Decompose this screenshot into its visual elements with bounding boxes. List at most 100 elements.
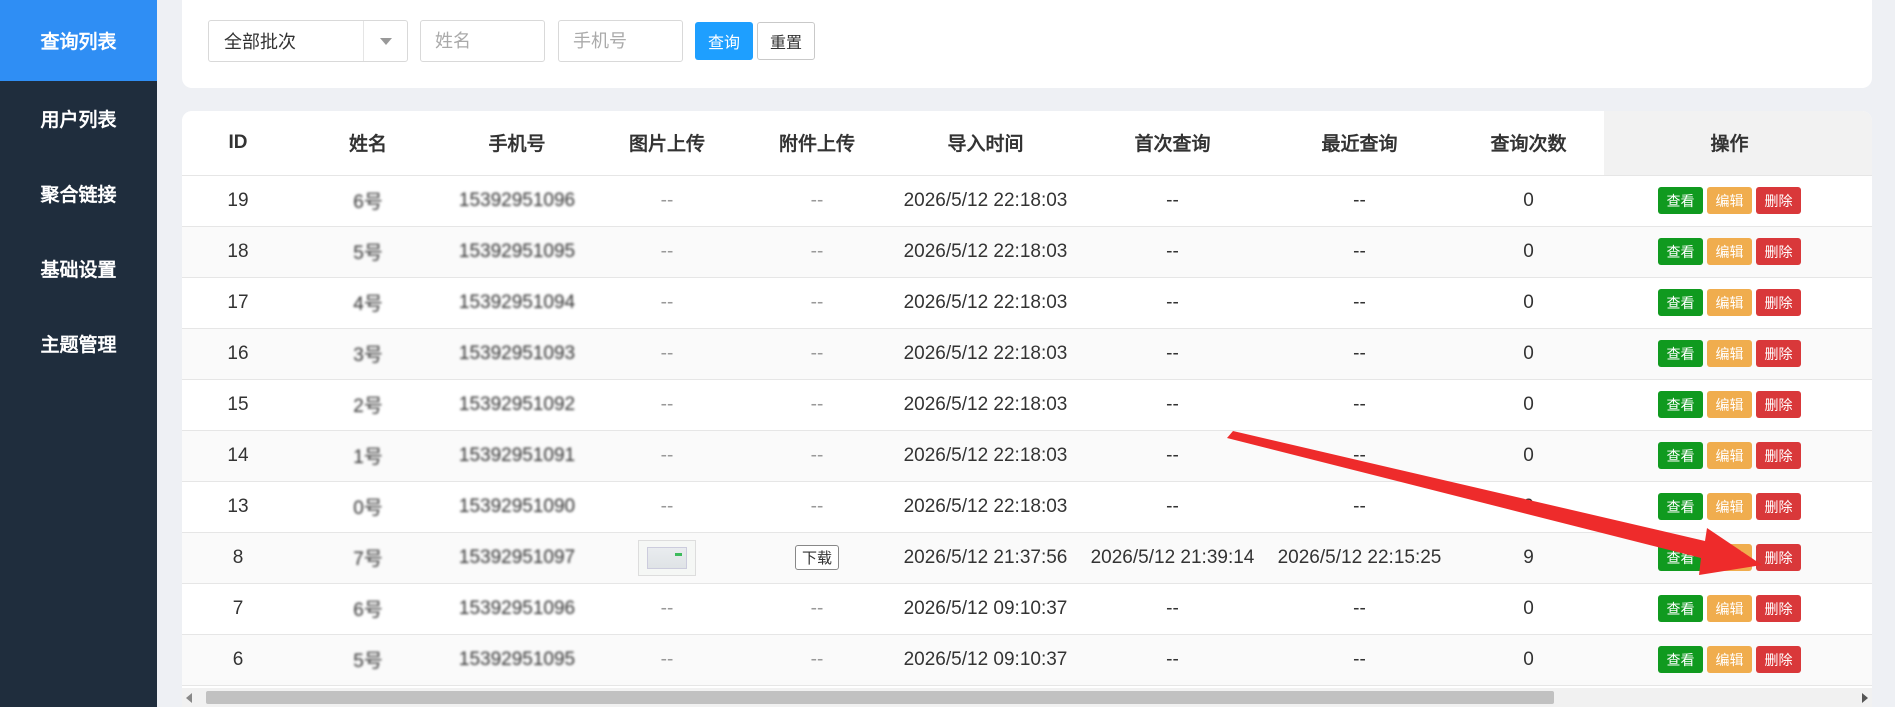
scrollbar-thumb[interactable] (206, 691, 1554, 704)
cell-id: 13 (182, 481, 294, 533)
delete-button[interactable]: 删除 (1756, 493, 1801, 520)
delete-button[interactable]: 删除 (1756, 442, 1801, 469)
reset-button[interactable]: 重置 (757, 22, 815, 60)
cell-name: 3号 (294, 328, 442, 380)
cell-last-query-text: -- (1353, 240, 1366, 262)
cell-image-upload: -- (592, 634, 742, 686)
cell-phone-text: 15392951096 (458, 597, 576, 619)
table-row: 6 5号 15392951095 -- -- 2026/5/12 09:10:37 -- --… (182, 634, 1872, 686)
cell-name: 6号 (294, 583, 442, 635)
cell-name: 2号 (294, 379, 442, 431)
delete-button[interactable]: 删除 (1756, 646, 1801, 673)
view-button[interactable]: 查看 (1658, 493, 1703, 520)
edit-button[interactable]: 编辑 (1707, 544, 1752, 571)
download-button[interactable]: 下载 (794, 545, 839, 570)
cell-phone: 15392951092 (442, 379, 592, 431)
cell-first-query: -- (1079, 481, 1266, 533)
view-button[interactable]: 查看 (1658, 340, 1703, 367)
cell-image-upload: -- (592, 430, 742, 482)
edit-button[interactable]: 编辑 (1707, 442, 1752, 469)
cell-last-query-text: -- (1353, 189, 1366, 211)
edit-button[interactable]: 编辑 (1707, 340, 1752, 367)
cell-name-text: 5号 (353, 243, 383, 264)
scroll-left-icon[interactable] (186, 693, 192, 703)
view-button[interactable]: 查看 (1658, 391, 1703, 418)
view-button[interactable]: 查看 (1658, 187, 1703, 214)
delete-button[interactable]: 删除 (1756, 289, 1801, 316)
cell-actions: 查看 编辑 删除 (1604, 379, 1855, 431)
view-button[interactable]: 查看 (1658, 544, 1703, 571)
view-button[interactable]: 查看 (1658, 238, 1703, 265)
name-input[interactable] (420, 20, 545, 62)
cell-image-upload (592, 532, 742, 584)
view-button[interactable]: 查看 (1658, 646, 1703, 673)
chevron-down-icon[interactable] (363, 21, 407, 61)
cell-first-query-text: -- (1166, 444, 1179, 466)
cell-import-time-text: 2026/5/12 21:37:56 (903, 546, 1068, 568)
sidebar-item-query-list[interactable]: 查询列表 (0, 0, 157, 81)
cell-last-query-text: 2026/5/12 22:15:25 (1277, 546, 1442, 568)
col-header-id: ID (182, 111, 294, 176)
delete-button[interactable]: 删除 (1756, 544, 1801, 571)
cell-first-query: -- (1079, 583, 1266, 635)
cell-query-count-text: 0 (1523, 597, 1534, 619)
delete-button[interactable]: 删除 (1756, 595, 1801, 622)
phone-input[interactable] (558, 20, 683, 62)
scroll-right-icon[interactable] (1862, 693, 1868, 703)
cell-import-time: 2026/5/12 22:18:03 (892, 277, 1079, 329)
sidebar-item-aggregate-links[interactable]: 聚合链接 (0, 156, 157, 231)
edit-button[interactable]: 编辑 (1707, 187, 1752, 214)
query-button[interactable]: 查询 (695, 22, 753, 60)
table-row: 7 6号 15392951096 -- -- 2026/5/12 09:10:37 -- --… (182, 583, 1872, 635)
cell-query-count: 0 (1453, 277, 1604, 329)
cell-spacer (1855, 481, 1872, 533)
delete-button[interactable]: 删除 (1756, 238, 1801, 265)
cell-name-text: 6号 (353, 192, 383, 213)
delete-button[interactable]: 删除 (1756, 340, 1801, 367)
view-button[interactable]: 查看 (1658, 289, 1703, 316)
edit-button[interactable]: 编辑 (1707, 646, 1752, 673)
col-header-phone: 手机号 (442, 111, 592, 176)
image-preview-icon (647, 546, 687, 569)
cell-last-query-text: -- (1353, 393, 1366, 415)
edit-button[interactable]: 编辑 (1707, 595, 1752, 622)
cell-last-query: -- (1266, 583, 1453, 635)
delete-button[interactable]: 删除 (1756, 187, 1801, 214)
cell-image-upload: -- (592, 328, 742, 380)
image-thumbnail[interactable] (638, 539, 696, 576)
sidebar-item-basic-settings[interactable]: 基础设置 (0, 231, 157, 306)
cell-query-count-text: 0 (1523, 648, 1534, 670)
cell-image-upload-text: -- (660, 189, 674, 211)
sidebar-item-user-list[interactable]: 用户列表 (0, 81, 157, 156)
cell-name: 5号 (294, 226, 442, 278)
horizontal-scrollbar[interactable] (182, 688, 1872, 707)
cell-query-count-text: 9 (1523, 546, 1534, 568)
edit-button[interactable]: 编辑 (1707, 238, 1752, 265)
edit-button[interactable]: 编辑 (1707, 493, 1752, 520)
cell-last-query: -- (1266, 175, 1453, 227)
action-buttons: 查看 编辑 删除 (1604, 646, 1855, 673)
batch-select[interactable]: 全部批次 (208, 20, 408, 62)
delete-button[interactable]: 删除 (1756, 391, 1801, 418)
cell-last-query: -- (1266, 634, 1453, 686)
cell-first-query-text: -- (1166, 189, 1179, 211)
cell-import-time: 2026/5/12 22:18:03 (892, 430, 1079, 482)
cell-image-upload: -- (592, 583, 742, 635)
col-header-query-count: 查询次数 (1453, 111, 1604, 176)
view-button[interactable]: 查看 (1658, 442, 1703, 469)
cell-last-query: -- (1266, 430, 1453, 482)
cell-phone: 15392951091 (442, 430, 592, 482)
cell-attachment-upload-text: -- (810, 648, 824, 670)
col-header-import-time: 导入时间 (892, 111, 1079, 176)
sidebar-item-theme-management[interactable]: 主题管理 (0, 306, 157, 381)
edit-button[interactable]: 编辑 (1707, 391, 1752, 418)
view-button[interactable]: 查看 (1658, 595, 1703, 622)
cell-attachment-upload: -- (742, 481, 892, 533)
cell-query-count: 0 (1453, 226, 1604, 278)
cell-attachment-upload: -- (742, 328, 892, 380)
cell-phone-text: 15392951096 (458, 189, 576, 211)
edit-button[interactable]: 编辑 (1707, 289, 1752, 316)
cell-image-upload-text: -- (660, 648, 674, 670)
col-header-last-query: 最近查询 (1266, 111, 1453, 176)
cell-id-text: 7 (232, 597, 244, 619)
